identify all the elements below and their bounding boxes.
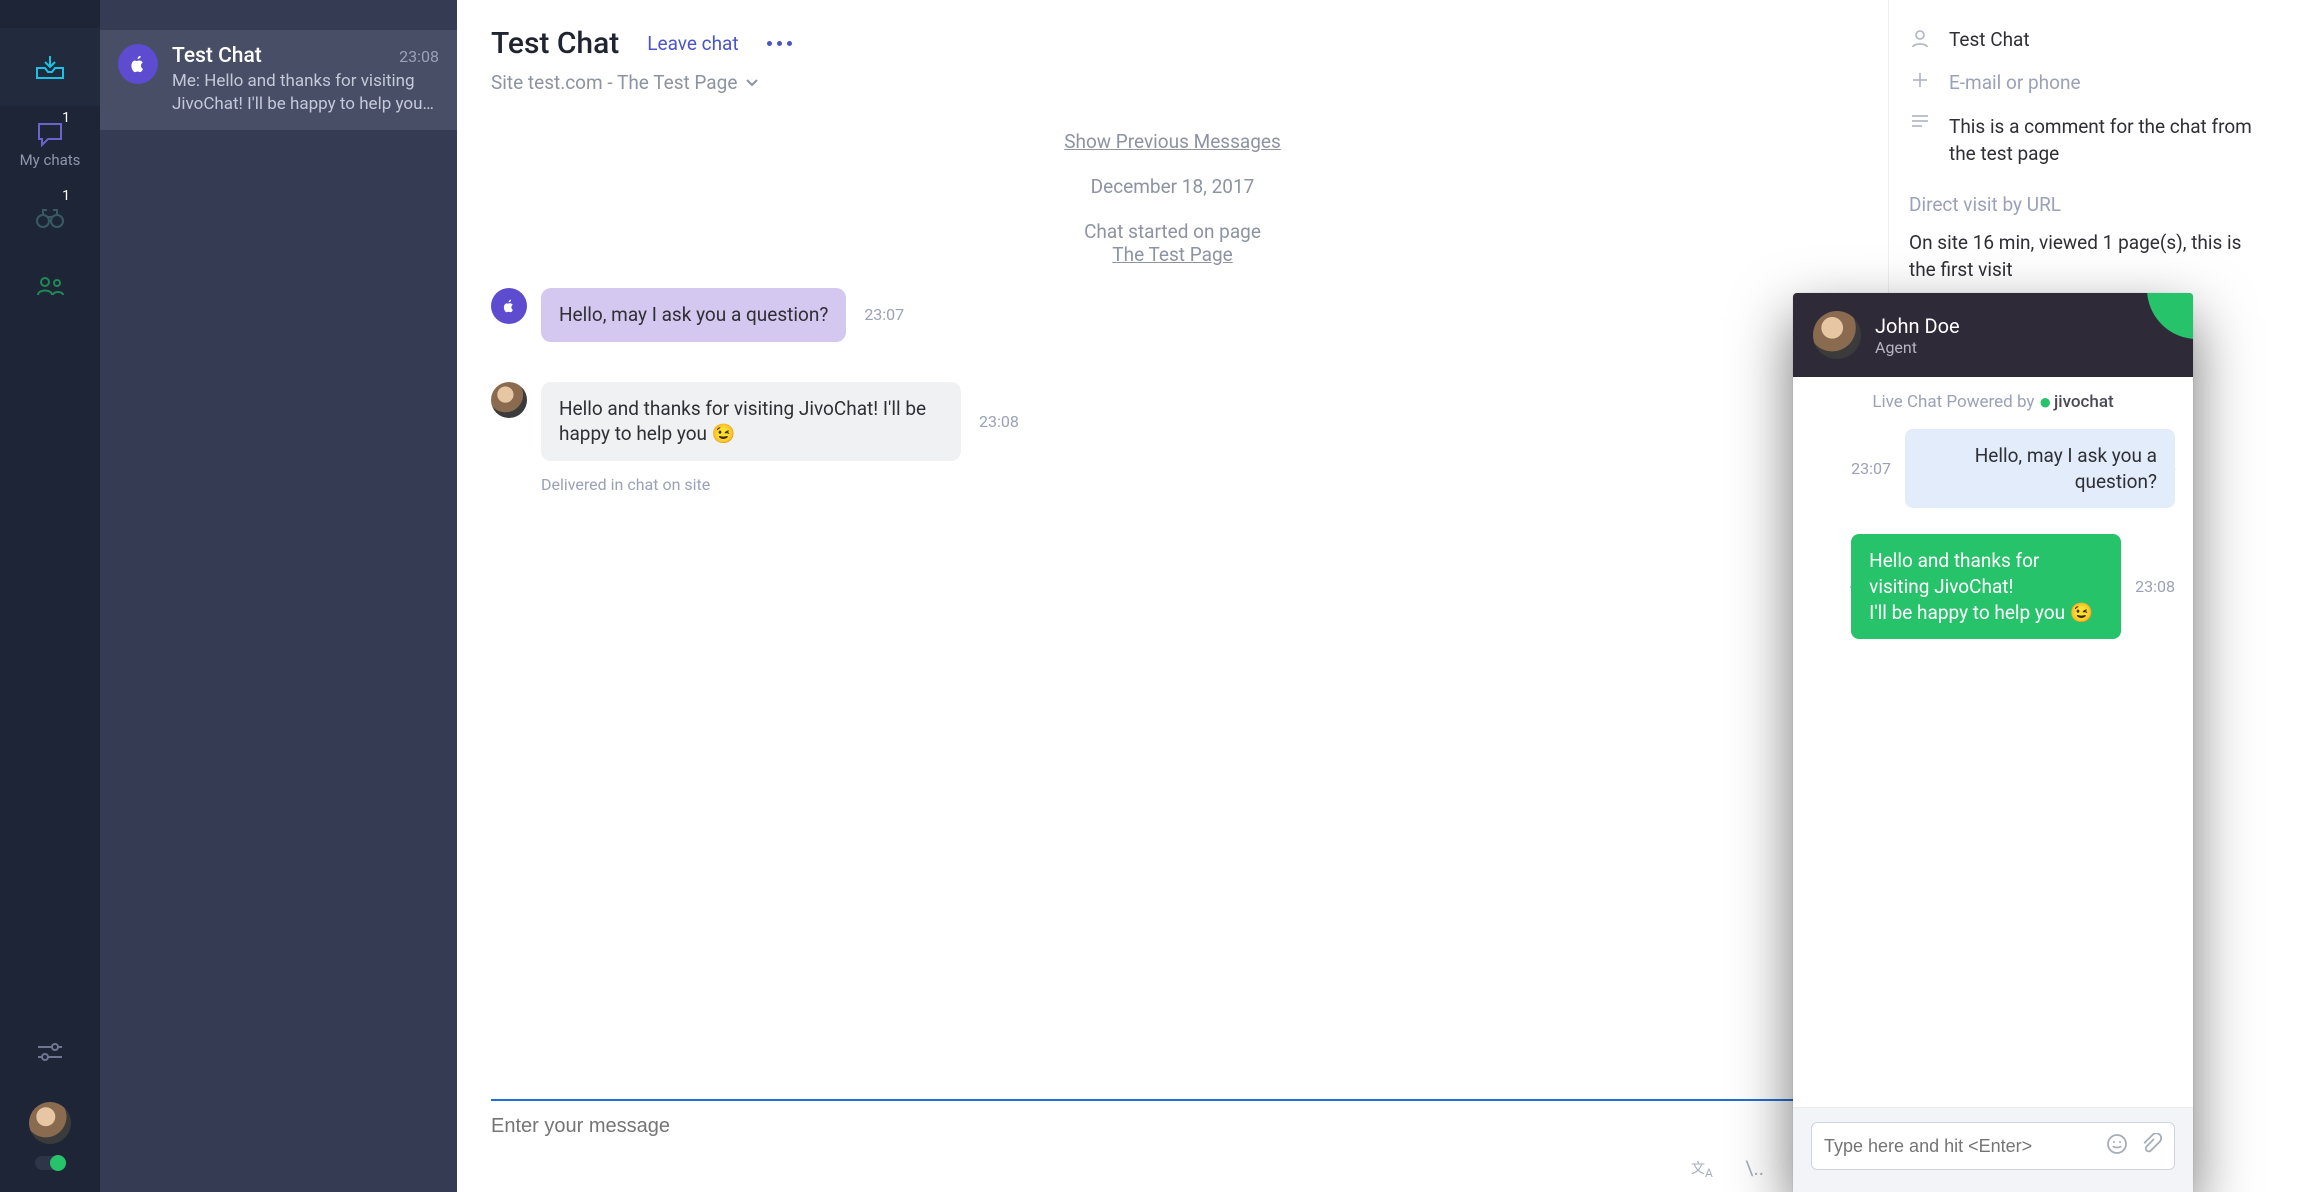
visitor-chat-widget: John Doe Agent Live Chat Powered by ●jiv… [1793, 293, 2193, 1192]
nav-my-chats-badge: 1 [62, 110, 70, 126]
widget-agent-role: Agent [1875, 338, 1960, 357]
notes-icon [1910, 114, 1930, 128]
detail-comment[interactable]: This is a comment for the chat from the … [1949, 114, 2265, 167]
detail-contact-placeholder[interactable]: E-mail or phone [1949, 71, 2081, 94]
apple-icon [502, 299, 516, 313]
conversation-title: Test Chat [491, 26, 619, 61]
sliders-icon [36, 1042, 64, 1062]
chat-started-page-link[interactable]: The Test Page [1112, 243, 1232, 266]
binoculars-icon [35, 207, 65, 229]
visitor-avatar [491, 288, 527, 324]
person-icon [1910, 28, 1930, 48]
team-icon [36, 275, 64, 297]
widget-corner-accent [2147, 293, 2193, 339]
nav-team[interactable] [0, 252, 100, 320]
visit-stats: On site 16 min, viewed 1 page(s), this i… [1909, 230, 2265, 283]
widget-message-visitor: 23:07 Hello, may I ask you a question? [1811, 429, 2175, 508]
chat-item-time: 23:08 [399, 47, 439, 66]
nav-rail: 1 My chats 1 [0, 0, 100, 1192]
chat-list: Test Chat 23:08 Me: Hello and thanks for… [100, 0, 457, 1192]
shortcut-icon[interactable]: \.. [1745, 1156, 1764, 1180]
widget-agent-bubble: Hello and thanks for visiting JivoChat! … [1851, 534, 2121, 639]
chat-bubble-icon [36, 121, 64, 147]
nav-my-chats-label: My chats [20, 151, 81, 169]
conversation-source-line[interactable]: Site test.com - The Test Page [491, 71, 1854, 94]
nav-inbox[interactable] [0, 28, 100, 106]
delivery-status: Delivered in chat on site [541, 475, 1854, 494]
widget-agent-name: John Doe [1875, 314, 1960, 338]
widget-header: John Doe Agent [1793, 293, 2193, 377]
attach-icon[interactable] [2140, 1133, 2162, 1159]
chat-list-item[interactable]: Test Chat 23:08 Me: Hello and thanks for… [100, 30, 457, 130]
chat-item-title: Test Chat [172, 44, 262, 68]
widget-message-agent: 23:08 Hello and thanks for visiting Jivo… [1811, 534, 2175, 639]
nav-my-chats[interactable]: 1 My chats [0, 106, 100, 184]
widget-visitor-bubble: Hello, may I ask you a question? [1905, 429, 2175, 508]
chat-item-preview: Me: Hello and thanks for visiting JivoCh… [172, 70, 439, 116]
chat-item-avatar [118, 44, 158, 84]
nav-visitors[interactable]: 1 [0, 184, 100, 252]
conversation-pane: Test Chat Leave chat Site test.com - The… [457, 0, 1889, 1192]
compose-toolbar: 文A \.. [457, 1142, 1888, 1192]
nav-status-toggle[interactable] [35, 1156, 65, 1170]
svg-text:A: A [1705, 1166, 1713, 1179]
translate-icon[interactable]: 文A [1691, 1156, 1717, 1180]
date-separator: December 18, 2017 [491, 175, 1854, 198]
message-row-visitor: Hello, may I ask you a question? 23:07 [491, 288, 1854, 342]
nav-profile-avatar[interactable] [29, 1102, 71, 1144]
svg-text:文: 文 [1691, 1161, 1705, 1177]
chevron-down-icon [745, 78, 759, 88]
widget-powered-by[interactable]: Live Chat Powered by ●jivochat [1793, 377, 2193, 423]
widget-compose-input[interactable] [1824, 1136, 2094, 1157]
inbox-icon [35, 54, 65, 80]
conversation-menu[interactable] [767, 41, 799, 46]
widget-compose [1793, 1107, 2193, 1192]
agent-bubble: Hello and thanks for visiting JivoChat! … [541, 382, 961, 461]
emoji-icon[interactable] [2106, 1133, 2128, 1159]
apple-icon [129, 55, 147, 73]
conversation-header: Test Chat Leave chat Site test.com - The… [457, 0, 1888, 100]
compose-input[interactable] [491, 1115, 1854, 1138]
message-row-agent: Hello and thanks for visiting JivoChat! … [491, 382, 1854, 461]
nav-visitors-badge: 1 [62, 188, 70, 204]
visitor-bubble: Hello, may I ask you a question? [541, 288, 846, 342]
visit-source: Direct visit by URL [1909, 193, 2265, 216]
chat-started-block: Chat started on page The Test Page [491, 220, 1854, 266]
detail-name[interactable]: Test Chat [1949, 28, 2030, 51]
widget-agent-avatar [1813, 311, 1861, 359]
show-previous-link[interactable]: Show Previous Messages [1064, 130, 1281, 153]
message-time: 23:08 [979, 412, 1019, 431]
plus-icon [1911, 71, 1929, 89]
nav-settings[interactable] [0, 1028, 100, 1076]
message-time: 23:07 [864, 305, 904, 324]
agent-avatar [491, 382, 527, 418]
leave-chat-link[interactable]: Leave chat [647, 32, 738, 55]
